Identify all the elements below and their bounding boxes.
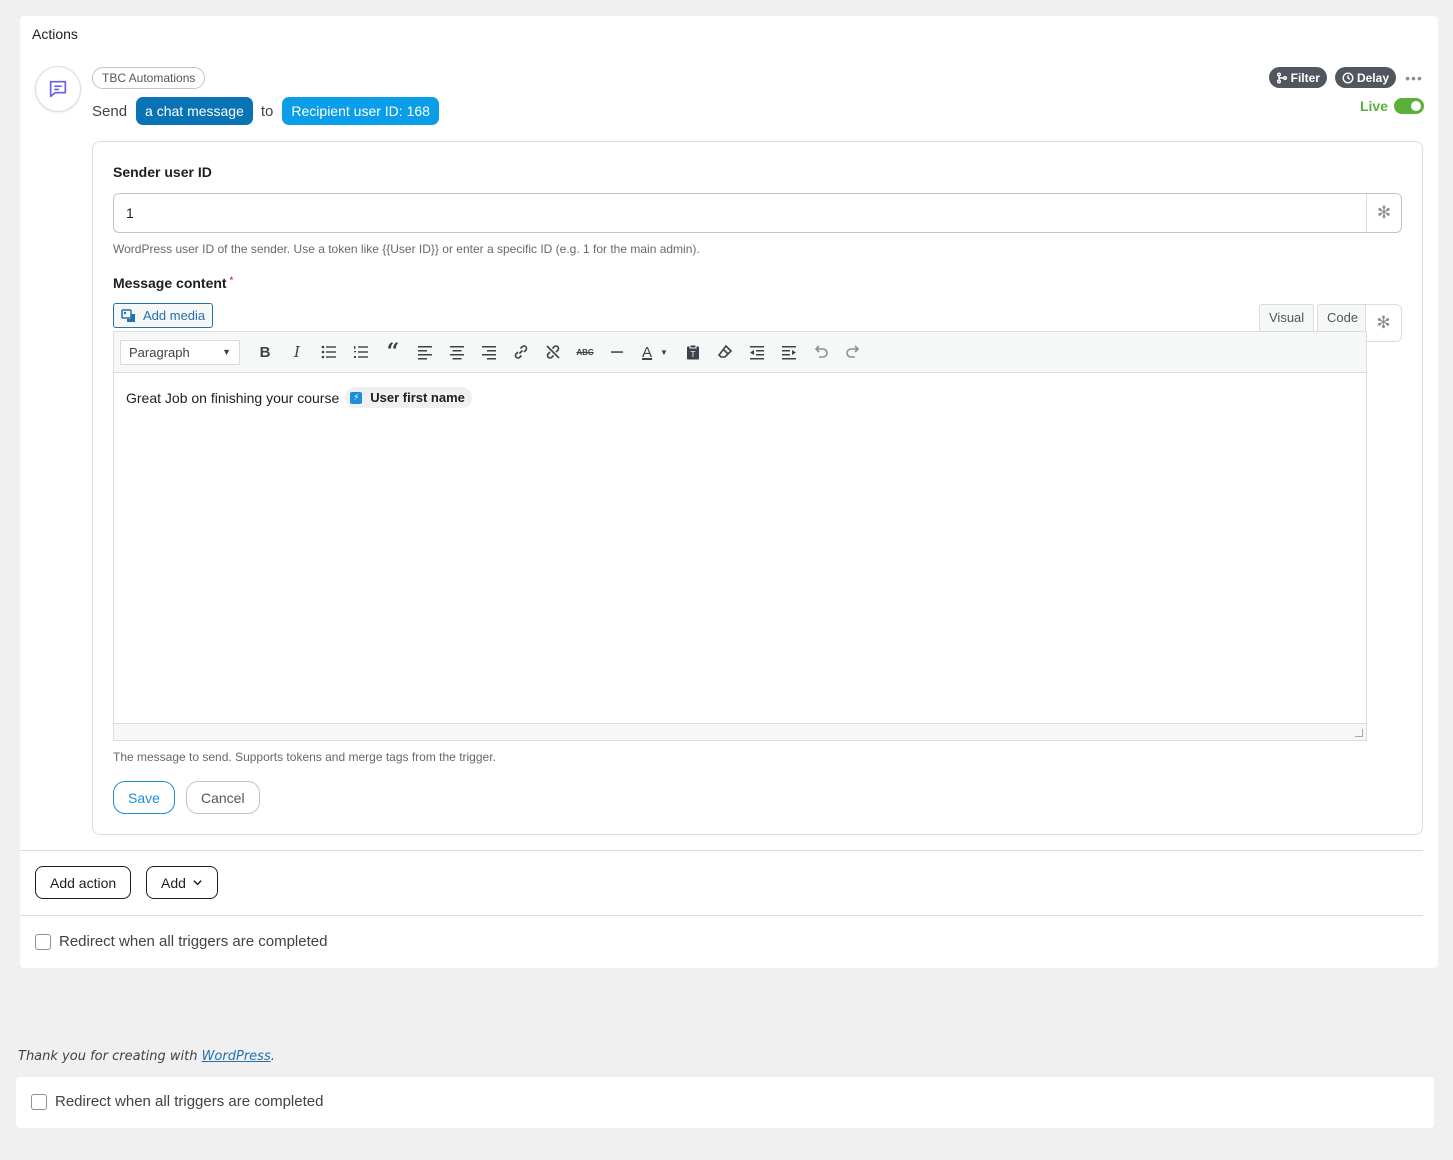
- cancel-button[interactable]: Cancel: [186, 781, 260, 814]
- redirect-panel: Redirect when all triggers are completed: [16, 1077, 1434, 1128]
- more-options-icon[interactable]: •••: [1404, 68, 1424, 88]
- editor-token-asterisk-icon[interactable]: ✻: [1365, 304, 1402, 342]
- align-center-icon[interactable]: [441, 338, 473, 366]
- paste-text-icon[interactable]: T: [677, 338, 709, 366]
- merge-tag-label: User first name: [370, 390, 465, 405]
- required-mark: *: [229, 275, 234, 285]
- message-editor: Paragraph ▼ B I “ ABC A ▼ T Great Job on…: [113, 331, 1367, 741]
- redirect-label-2: Redirect when all triggers are completed: [55, 1093, 324, 1110]
- caret-down-icon: ▼: [222, 347, 231, 357]
- numbered-list-icon[interactable]: [345, 338, 377, 366]
- tab-code[interactable]: Code: [1317, 304, 1369, 332]
- italic-icon[interactable]: I: [281, 338, 313, 366]
- recipient-pill[interactable]: Recipient user ID: 168: [282, 97, 439, 125]
- add-dropdown-button[interactable]: Add: [146, 866, 218, 899]
- redirect-label: Redirect when all triggers are completed: [59, 933, 328, 950]
- redo-icon[interactable]: [837, 338, 869, 366]
- format-select[interactable]: Paragraph ▼: [120, 339, 240, 365]
- bold-icon[interactable]: B: [249, 338, 281, 366]
- media-icon: [121, 308, 135, 322]
- editor-content[interactable]: Great Job on finishing your course ⚡ Use…: [126, 387, 472, 408]
- action-sentence: Send a chat message to Recipient user ID…: [92, 97, 447, 125]
- live-toggle[interactable]: [1394, 98, 1424, 114]
- add-media-label: Add media: [143, 308, 206, 323]
- horizontal-line-icon[interactable]: [601, 338, 633, 366]
- add-media-button[interactable]: Add media: [113, 303, 214, 328]
- message-content-label-text: Message content: [113, 275, 227, 291]
- redirect-option: Redirect when all triggers are completed: [35, 933, 327, 950]
- integration-tag: TBC Automations: [92, 67, 206, 89]
- add-dropdown-label: Add: [161, 874, 186, 891]
- editor-toolbar: Paragraph ▼ B I “ ABC A ▼ T: [114, 332, 1366, 373]
- branch-icon: [1276, 72, 1287, 83]
- action-form: Sender user ID ✻ WordPress user ID of th…: [92, 141, 1423, 835]
- merge-tag-user-first-name[interactable]: ⚡ User first name: [345, 387, 472, 408]
- align-left-icon[interactable]: [409, 338, 441, 366]
- wordpress-link[interactable]: WordPress: [202, 1049, 271, 1064]
- actions-panel: Actions TBC Automations Send a chat mess…: [20, 16, 1438, 968]
- live-switch[interactable]: Live: [1360, 98, 1424, 114]
- sentence-start: Send: [92, 102, 128, 120]
- message-content-label: Message content *: [113, 275, 233, 291]
- sender-help-text: WordPress user ID of the sender. Use a t…: [113, 242, 700, 256]
- redirect-checkbox[interactable]: [35, 933, 51, 950]
- clock-icon: [1342, 71, 1354, 84]
- clear-formatting-icon[interactable]: [709, 338, 741, 366]
- resize-handle-icon[interactable]: [1355, 729, 1363, 737]
- sentence-middle: to: [260, 102, 274, 120]
- sender-user-id-label: Sender user ID: [113, 164, 212, 180]
- divider: [20, 850, 1423, 851]
- chevron-down-icon: [193, 880, 202, 886]
- bullet-list-icon[interactable]: [313, 338, 345, 366]
- panel-title: Actions: [32, 26, 78, 42]
- unlink-icon[interactable]: [537, 338, 569, 366]
- message-help-text: The message to send. Supports tokens and…: [113, 750, 496, 764]
- tab-visual[interactable]: Visual: [1259, 304, 1315, 332]
- filter-label: Filter: [1290, 70, 1320, 85]
- editor-text: Great Job on finishing your course: [126, 389, 340, 406]
- divider: [20, 915, 1423, 916]
- svg-text:T: T: [690, 350, 696, 359]
- footer-thanks: Thank you for creating with WordPress.: [18, 1049, 275, 1064]
- token-asterisk-icon[interactable]: ✻: [1366, 194, 1401, 232]
- format-select-value: Paragraph: [129, 344, 190, 360]
- strikethrough-icon[interactable]: ABC: [569, 338, 601, 366]
- chat-message-icon: [35, 66, 81, 112]
- add-action-button[interactable]: Add action: [35, 866, 132, 899]
- editor-statusbar: [114, 723, 1366, 740]
- outdent-icon[interactable]: [741, 338, 773, 366]
- sender-user-id-input[interactable]: [114, 194, 1367, 232]
- undo-icon[interactable]: [805, 338, 837, 366]
- indent-icon[interactable]: [773, 338, 805, 366]
- live-label: Live: [1359, 98, 1388, 114]
- text-color-icon[interactable]: A ▼: [633, 338, 677, 366]
- action-controls: Filter Delay •••: [1268, 67, 1424, 88]
- delay-button[interactable]: Delay: [1334, 67, 1396, 88]
- sender-user-id-field: ✻: [113, 193, 1402, 233]
- delay-label: Delay: [1356, 70, 1389, 85]
- thanks-prefix: Thank you for creating with: [18, 1049, 202, 1064]
- blockquote-icon[interactable]: “: [377, 338, 409, 366]
- align-right-icon[interactable]: [473, 338, 505, 366]
- link-icon[interactable]: [505, 338, 537, 366]
- thanks-suffix: .: [270, 1049, 275, 1064]
- filter-button[interactable]: Filter: [1268, 67, 1327, 88]
- redirect-option-2: Redirect when all triggers are completed: [31, 1093, 323, 1110]
- redirect-checkbox-2[interactable]: [31, 1093, 47, 1110]
- save-button[interactable]: Save: [113, 781, 175, 814]
- lightning-icon: ⚡: [350, 391, 363, 404]
- sentence-option-pill[interactable]: a chat message: [136, 97, 253, 125]
